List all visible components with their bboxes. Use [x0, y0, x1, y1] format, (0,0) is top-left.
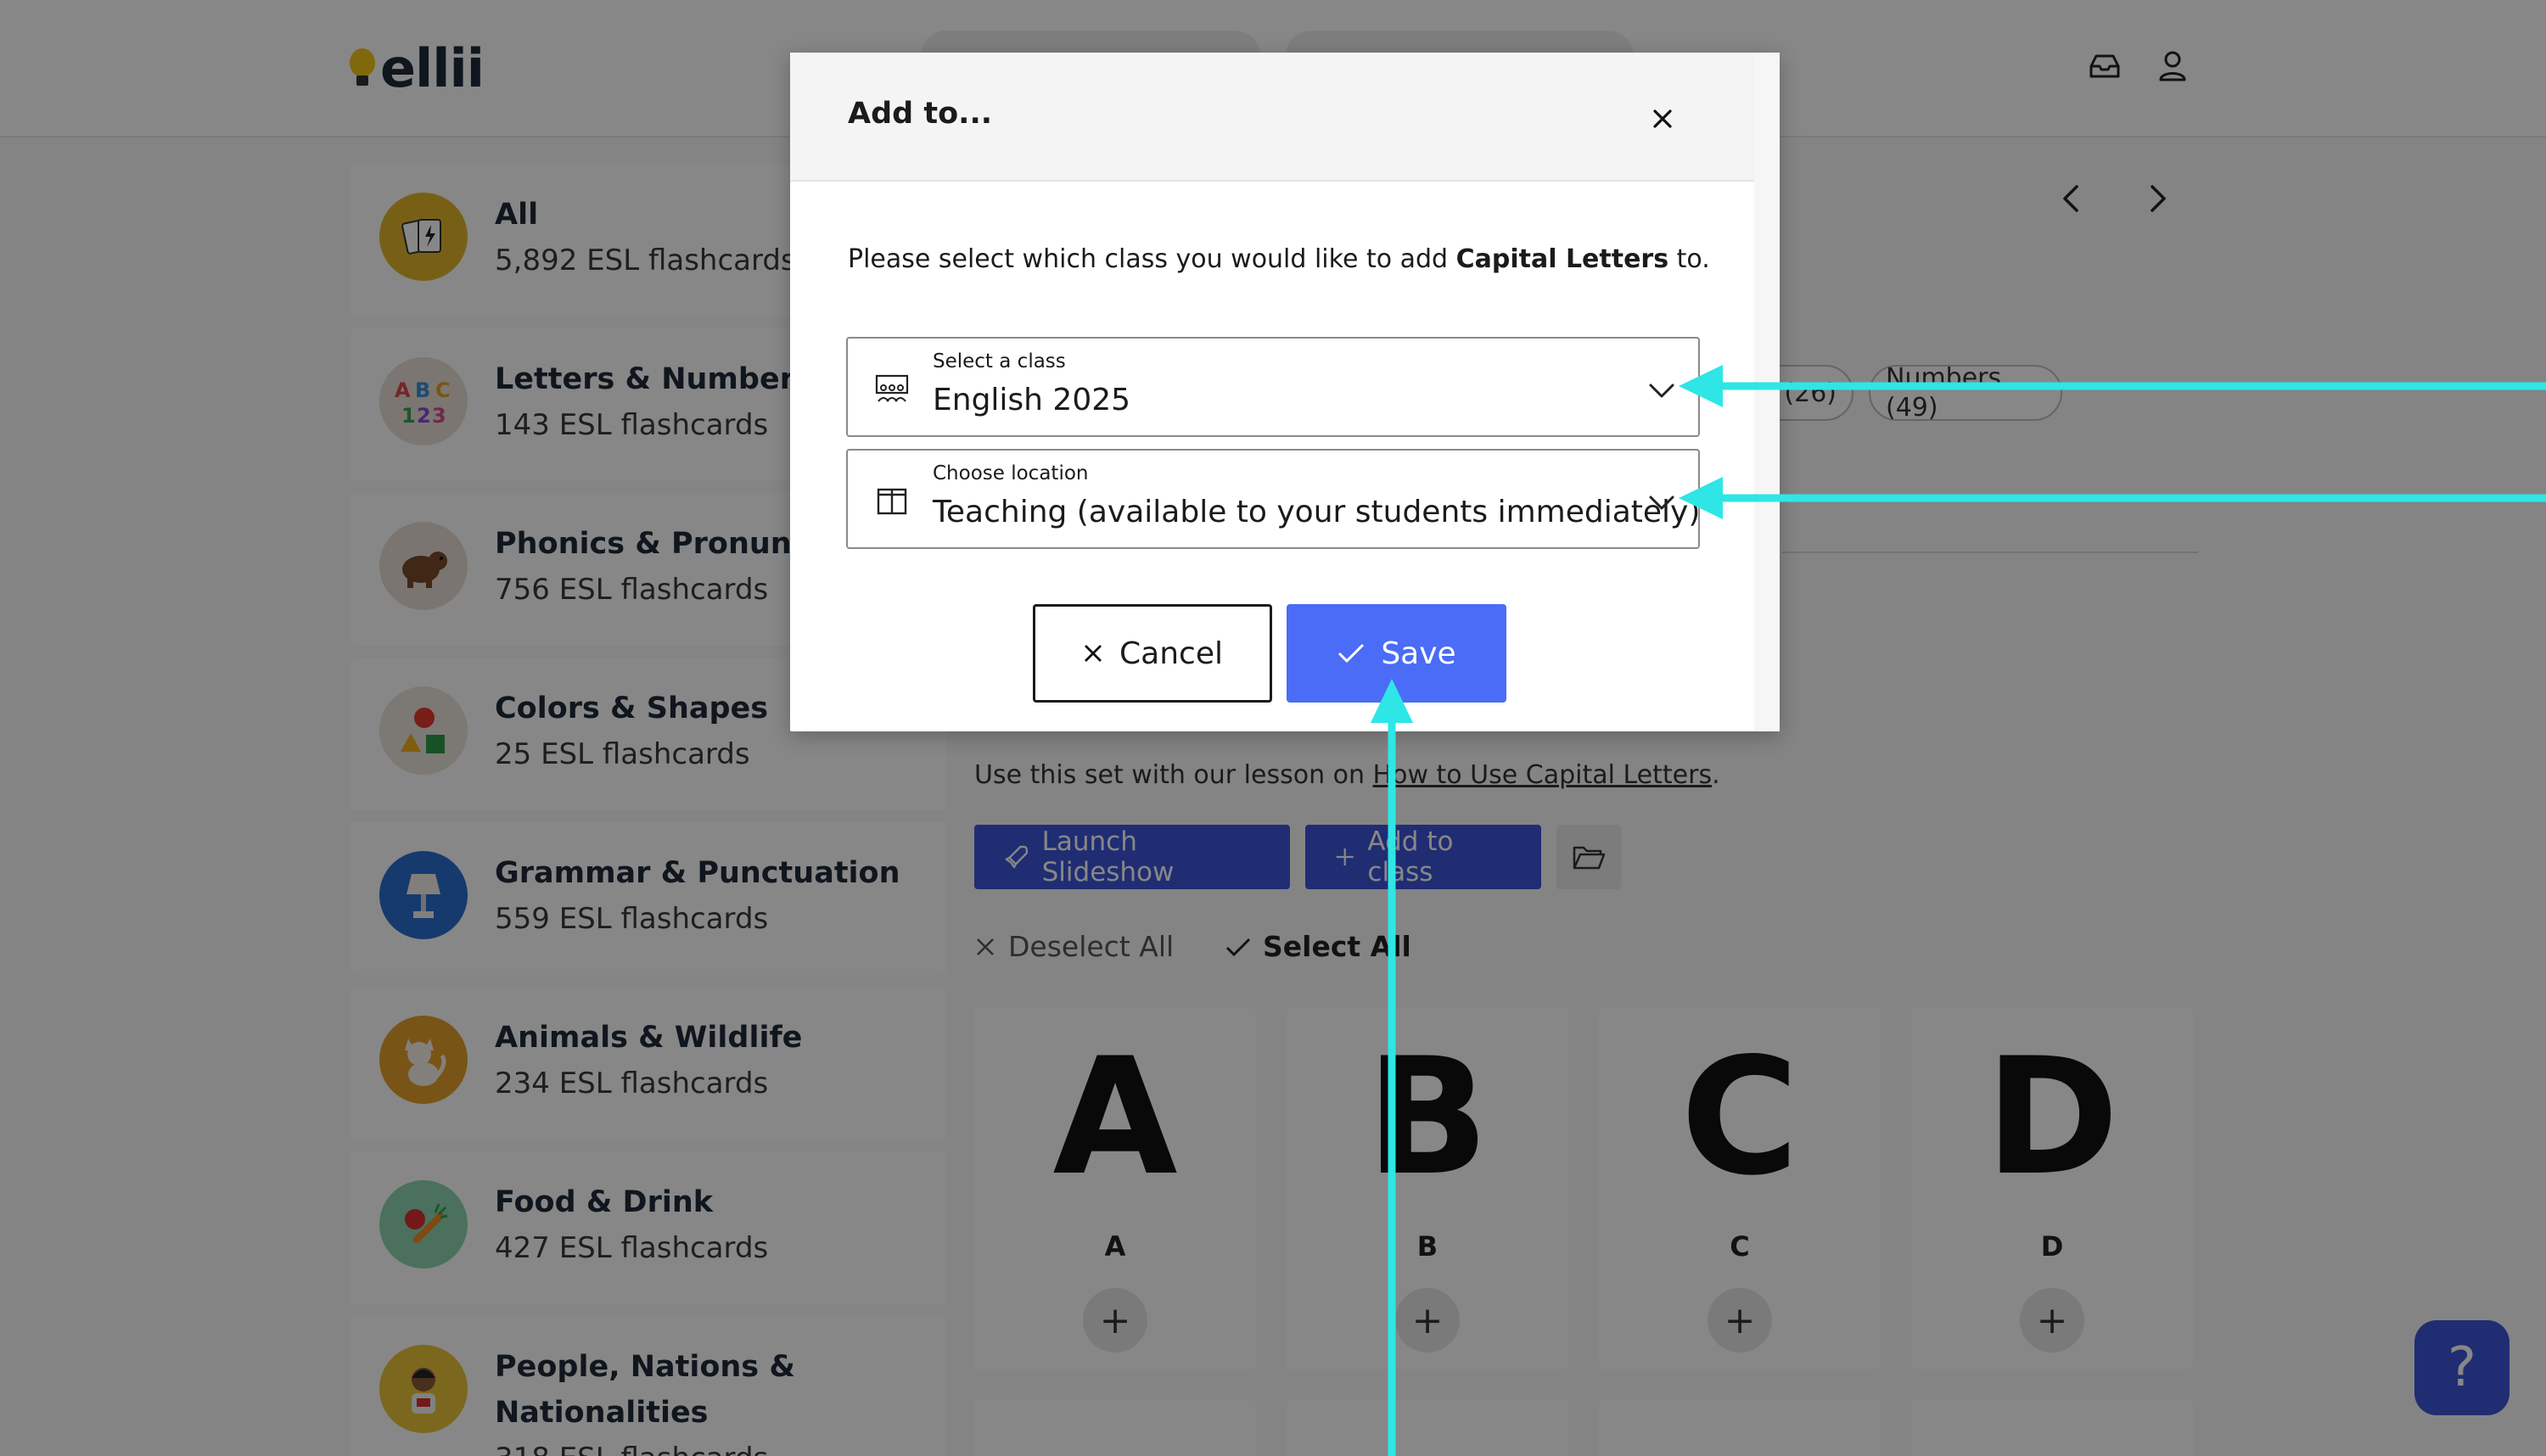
select-class-value: English 2025	[933, 383, 1131, 417]
book-open-icon	[877, 488, 907, 515]
modal-prompt: Please select which class you would like…	[848, 244, 1710, 274]
add-to-modal: Add to... Please select which class you …	[790, 53, 1780, 731]
choose-location-label: Choose location	[933, 462, 1089, 484]
select-class-dropdown[interactable]: Select a class English 2025	[846, 337, 1700, 437]
choose-location-dropdown[interactable]: Choose location Teaching (available to y…	[846, 449, 1700, 549]
check-icon	[1338, 643, 1365, 664]
x-icon	[1085, 645, 1102, 662]
select-class-label: Select a class	[933, 350, 1066, 372]
modal-title: Add to...	[848, 97, 993, 131]
choose-location-value: Teaching (available to your students imm…	[933, 495, 1701, 529]
save-button[interactable]: Save	[1287, 604, 1506, 703]
close-button[interactable]	[1639, 95, 1686, 143]
modal-header: Add to...	[790, 53, 1754, 182]
classroom-icon	[875, 374, 909, 402]
set-name: Capital Letters	[1455, 244, 1669, 274]
modal-scrollbar[interactable]	[1754, 53, 1780, 731]
chevron-down-icon	[1649, 384, 1674, 398]
close-icon	[1653, 109, 1672, 128]
cancel-button[interactable]: Cancel	[1033, 604, 1272, 703]
chevron-down-icon	[1649, 496, 1674, 510]
